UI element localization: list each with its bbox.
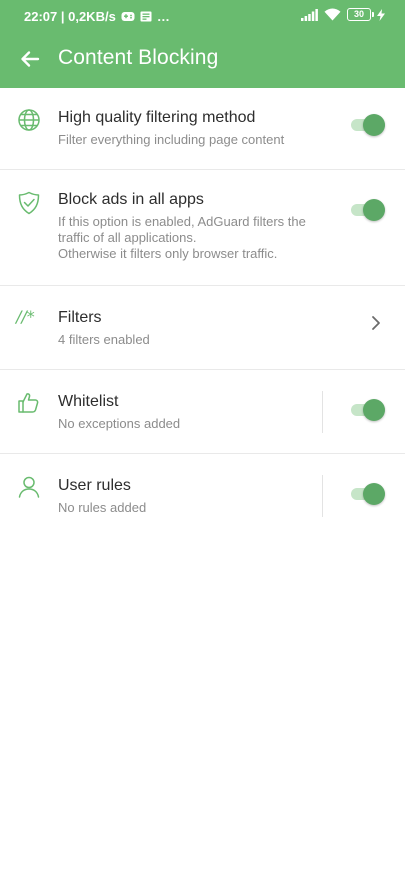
setting-subtitle: 4 filters enabled [58, 332, 150, 347]
setting-subtitle: If this option is enabled, AdGuard filte… [58, 214, 306, 261]
globe-icon [16, 107, 42, 133]
shield-check-icon [16, 190, 42, 216]
thumbs-up-icon [16, 390, 42, 416]
setting-filters[interactable]: //* Filters 4 filters enabled [0, 286, 405, 370]
settings-list: High quality filtering method Filter eve… [0, 88, 405, 538]
setting-title: Filters [58, 309, 102, 326]
divider [322, 391, 323, 433]
status-time-speed: 22:07 | 0,2KB/s [24, 9, 116, 24]
news-icon [140, 11, 152, 22]
back-arrow-icon[interactable] [16, 45, 44, 73]
status-bar: 22:07 | 0,2KB/s … 30 [0, 0, 405, 30]
app-toolbar: Content Blocking [0, 30, 405, 88]
signal-icon [301, 8, 318, 21]
wifi-icon [324, 8, 341, 21]
setting-subtitle: Filter everything including page content [58, 132, 285, 147]
setting-whitelist[interactable]: Whitelist No exceptions added [0, 370, 405, 454]
setting-user-rules[interactable]: User rules No rules added [0, 454, 405, 538]
charging-icon [377, 8, 385, 21]
divider [322, 475, 323, 517]
user-rules-switch[interactable] [351, 482, 385, 505]
filter-syntax-icon: //* [16, 307, 35, 326]
setting-block-ads-all-apps[interactable]: Block ads in all apps If this option is … [0, 170, 405, 286]
setting-title: Block ads in all apps [58, 191, 204, 208]
setting-title: High quality filtering method [58, 109, 256, 126]
gamepad-icon [121, 11, 135, 22]
setting-title: Whitelist [58, 393, 119, 410]
high-quality-filtering-switch[interactable] [351, 113, 385, 136]
setting-subtitle: No rules added [58, 500, 147, 515]
battery-icon: 30 [347, 8, 374, 21]
user-icon [16, 474, 42, 500]
page-title: Content Blocking [58, 46, 219, 69]
setting-title: User rules [58, 477, 131, 494]
whitelist-switch[interactable] [351, 398, 385, 421]
block-ads-all-apps-switch[interactable] [351, 198, 385, 221]
chevron-right-icon [369, 314, 383, 332]
setting-subtitle: No exceptions added [58, 416, 181, 431]
setting-high-quality-filtering[interactable]: High quality filtering method Filter eve… [0, 88, 405, 170]
more-notifications-icon: … [156, 9, 170, 24]
